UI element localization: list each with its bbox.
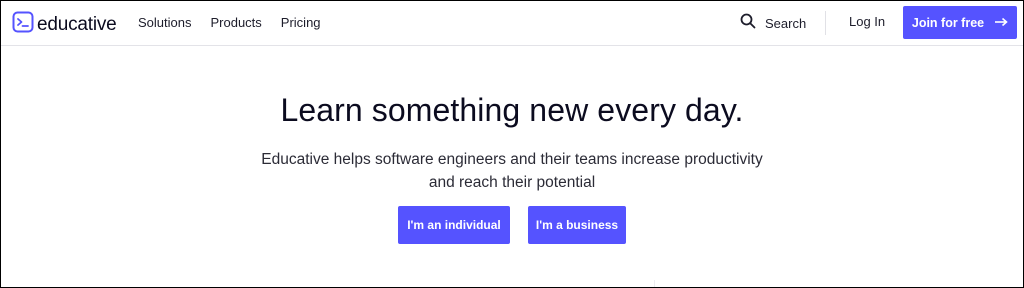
login-link[interactable]: Log In [849, 14, 885, 29]
individual-button[interactable]: I'm an individual [398, 206, 510, 244]
nav-divider [825, 11, 826, 35]
brand-logo[interactable]: educative [12, 11, 117, 38]
nav-link-solutions[interactable]: Solutions [138, 15, 191, 30]
terminal-logo-icon [12, 11, 34, 38]
nav-link-pricing[interactable]: Pricing [281, 15, 321, 30]
join-button-label: Join for free [911, 15, 985, 30]
join-for-free-button[interactable]: Join for free [903, 6, 1017, 39]
top-navbar: educative Solutions Products Pricing Sea… [1, 1, 1023, 46]
primary-nav: Solutions Products Pricing [138, 15, 321, 30]
search-button[interactable]: Search [740, 13, 806, 34]
business-button[interactable]: I'm a business [528, 206, 626, 244]
arrow-right-icon [994, 16, 1008, 30]
search-label: Search [765, 16, 807, 31]
search-icon [740, 13, 756, 34]
brand-name: educative [37, 13, 117, 35]
hero-subtitle: Educative helps software engineers and t… [261, 151, 763, 191]
nav-link-products[interactable]: Products [210, 15, 261, 30]
section-divider [654, 280, 655, 287]
page: educative Solutions Products Pricing Sea… [0, 0, 1024, 288]
hero-title: Learn something new every day. [280, 92, 744, 128]
